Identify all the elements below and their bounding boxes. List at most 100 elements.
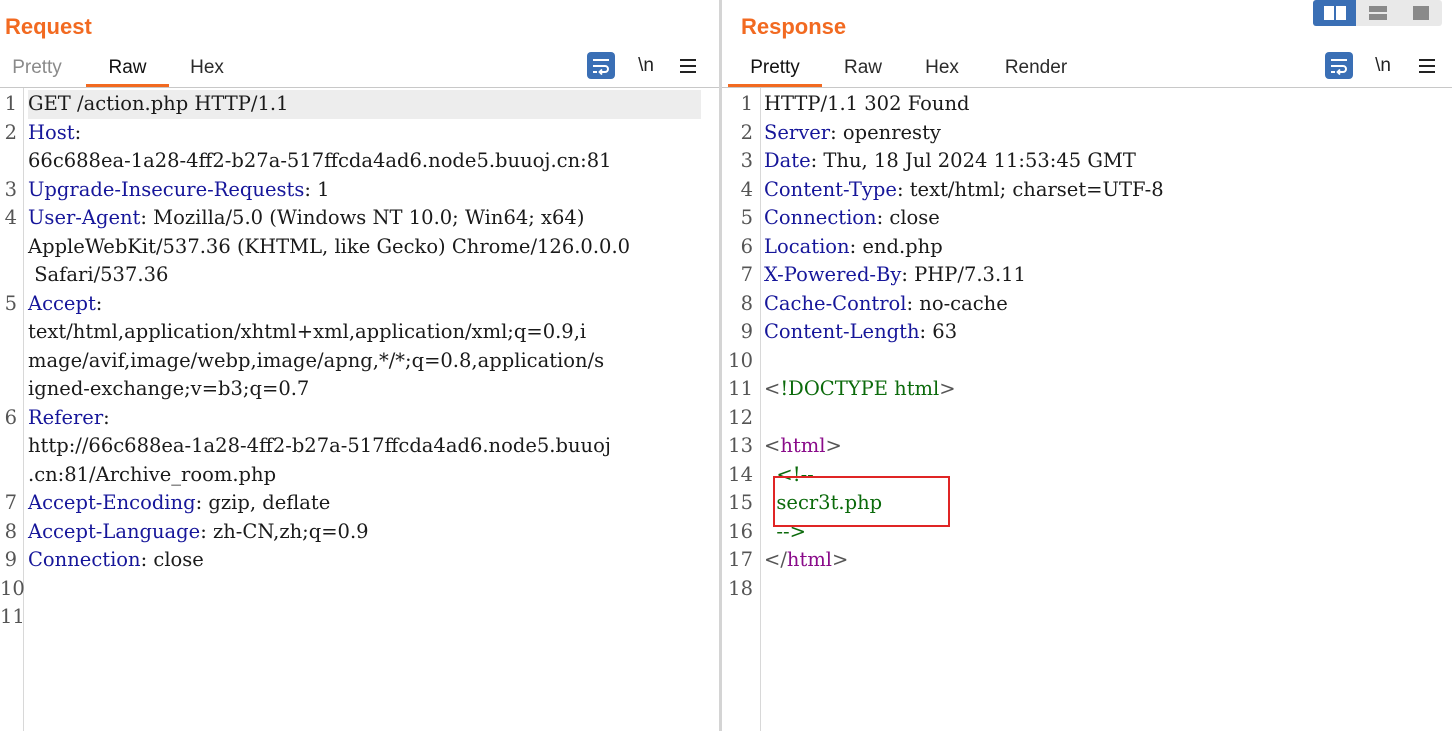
code-line: 11 <!DOCTYPE html> bbox=[722, 375, 1452, 404]
response-tab-hex[interactable]: Hex bbox=[912, 56, 972, 87]
header-name: Content-Type bbox=[764, 177, 897, 201]
line-number: 6 bbox=[4, 405, 17, 429]
line-number: 10 bbox=[728, 348, 753, 372]
word-wrap-button[interactable] bbox=[1325, 52, 1353, 79]
code-line: 2 Server: openresty bbox=[722, 119, 1452, 148]
line-number: 1 bbox=[740, 92, 753, 115]
line-number: 14 bbox=[728, 462, 753, 486]
code-token: < bbox=[764, 377, 781, 400]
highlight-annotation-box bbox=[773, 476, 950, 527]
line-text: Content-Length: 63 bbox=[764, 318, 957, 347]
code-token: 66c688ea-1a28-4ff2-b27a-517ffcda4ad6.nod… bbox=[28, 149, 612, 172]
code-line: 18 bbox=[722, 575, 1452, 604]
code-line: 4 User-Agent: Mozilla/5.0 (Windows NT 10.… bbox=[0, 204, 719, 233]
response-tab-render[interactable]: Render bbox=[992, 56, 1080, 87]
menu-icon[interactable] bbox=[1415, 52, 1439, 80]
line-number: 5 bbox=[4, 291, 17, 315]
code-token: : gzip, deflate bbox=[195, 491, 331, 514]
line-text: Accept-Encoding: gzip, deflate bbox=[28, 489, 330, 518]
layout-top-bottom-icon[interactable] bbox=[1356, 0, 1399, 26]
word-wrap-icon bbox=[591, 57, 611, 75]
code-line: .cn:81/Archive_room.php bbox=[0, 461, 719, 490]
line-text: igned-exchange;v=b3;q=0.7 bbox=[28, 375, 309, 404]
header-name: Connection bbox=[28, 548, 141, 571]
code-token: : bbox=[74, 120, 82, 144]
header-name: Host bbox=[28, 120, 75, 144]
code-token: .cn:81/Archive_room.php bbox=[28, 462, 277, 486]
line-number: 7 bbox=[740, 263, 753, 286]
request-editor[interactable]: 1 GET /action.php HTTP/1.1 2 Host: 66c688ea-… bbox=[0, 88, 719, 731]
menu-icon[interactable] bbox=[676, 52, 700, 80]
word-wrap-button[interactable] bbox=[587, 52, 615, 79]
request-tab-pretty[interactable]: Pretty bbox=[2, 56, 72, 87]
code-line: AppleWebKit/537.36 (KHTML, like Gecko) C… bbox=[0, 233, 719, 262]
code-line: 1 HTTP/1.1 302 Found bbox=[722, 90, 1452, 119]
layout-toggle bbox=[1313, 0, 1442, 26]
code-line: 8 Accept-Language: zh-CN,zh;q=0.9 bbox=[0, 518, 719, 547]
line-number: 8 bbox=[740, 291, 753, 315]
line-number: 4 bbox=[4, 206, 17, 229]
code-line: 4 Content-Type: text/html; charset=UTF-8 bbox=[722, 176, 1452, 205]
request-tab-raw[interactable]: Raw bbox=[86, 56, 169, 87]
line-text: mage/avif,image/webp,image/apng,*/*;q=0.… bbox=[28, 347, 604, 376]
response-tab-raw[interactable]: Raw bbox=[832, 56, 894, 87]
line-text: HTTP/1.1 302 Found bbox=[764, 90, 970, 119]
line-text: Accept-Language: zh-CN,zh;q=0.9 bbox=[28, 518, 369, 547]
line-number: 1 bbox=[4, 92, 17, 115]
header-name: Location bbox=[764, 234, 850, 258]
header-name: X-Powered-By bbox=[764, 263, 902, 286]
line-number: 15 bbox=[728, 491, 753, 514]
line-text: http://66c688ea-1a28-4ff2-b27a-517ffcda4… bbox=[28, 432, 611, 461]
show-newlines-button[interactable]: \n bbox=[1369, 52, 1397, 80]
code-token: : close bbox=[140, 548, 204, 571]
code-token: : bbox=[103, 405, 110, 429]
request-pane: Request Pretty Raw Hex \n 1 GET /action.p… bbox=[0, 0, 719, 731]
code-line: 6 Location: end.php bbox=[722, 233, 1452, 262]
line-number: 4 bbox=[740, 177, 753, 201]
code-token: : no-cache bbox=[906, 291, 1008, 315]
code-token: AppleWebKit/537.36 (KHTML, like Gecko) C… bbox=[28, 234, 631, 258]
line-number: 18 bbox=[728, 576, 753, 600]
header-name: Accept bbox=[28, 291, 96, 315]
response-editor[interactable]: 1 HTTP/1.1 302 Found 2 Server: openresty 3 Da… bbox=[722, 88, 1452, 731]
layout-tabs-icon[interactable] bbox=[1399, 0, 1442, 26]
code-token: : Thu, 18 Jul 2024 11:53:45 GMT bbox=[810, 149, 1136, 172]
code-line: http://66c688ea-1a28-4ff2-b27a-517ffcda4… bbox=[0, 432, 719, 461]
code-token: : 1 bbox=[304, 177, 330, 201]
response-tab-pretty[interactable]: Pretty bbox=[728, 56, 822, 87]
line-number: 10 bbox=[0, 576, 25, 600]
code-line: 5 Accept: bbox=[0, 290, 719, 319]
line-number: 3 bbox=[740, 149, 753, 172]
code-line: text/html,application/xhtml+xml,applicat… bbox=[0, 318, 719, 347]
line-text: X-Powered-By: PHP/7.3.11 bbox=[764, 261, 1026, 290]
code-token: : text/html; charset=UTF-8 bbox=[896, 177, 1164, 201]
header-name: Accept-Encoding bbox=[28, 491, 196, 514]
line-number: 6 bbox=[740, 234, 753, 258]
line-text: Date: Thu, 18 Jul 2024 11:53:45 GMT bbox=[764, 147, 1136, 176]
line-text: Safari/537.36 bbox=[28, 261, 168, 290]
code-line: 5 Connection: close bbox=[722, 204, 1452, 233]
code-token: : close bbox=[876, 206, 940, 229]
header-name: Content-Length bbox=[764, 320, 920, 343]
code-token: > bbox=[825, 434, 842, 457]
line-number: 7 bbox=[4, 491, 17, 514]
code-line: mage/avif,image/webp,image/apng,*/*;q=0.… bbox=[0, 347, 719, 376]
request-code: 1 GET /action.php HTTP/1.1 2 Host: 66c688ea-… bbox=[0, 90, 719, 632]
line-number: 8 bbox=[4, 519, 17, 543]
line-text: GET /action.php HTTP/1.1 bbox=[28, 90, 701, 119]
code-token: < bbox=[764, 434, 781, 457]
line-number: 9 bbox=[4, 548, 17, 571]
request-tab-hex[interactable]: Hex bbox=[176, 56, 238, 87]
show-newlines-button[interactable]: \n bbox=[632, 52, 660, 80]
line-number: 11 bbox=[0, 605, 25, 628]
code-token: : Mozilla/5.0 (Windows NT 10.0; Win64; x… bbox=[140, 206, 585, 229]
code-token: mage/avif,image/webp,image/apng,*/*;q=0.… bbox=[28, 348, 605, 372]
layout-side-by-side-icon[interactable] bbox=[1313, 0, 1356, 26]
header-name: User-Agent bbox=[28, 206, 141, 229]
code-line: 12 bbox=[722, 404, 1452, 433]
code-token: > bbox=[939, 377, 956, 400]
line-number: 3 bbox=[4, 177, 17, 201]
header-name: Server bbox=[764, 120, 831, 144]
line-text: Location: end.php bbox=[764, 233, 943, 262]
code-token: HTTP/1.1 302 Found bbox=[764, 92, 970, 115]
